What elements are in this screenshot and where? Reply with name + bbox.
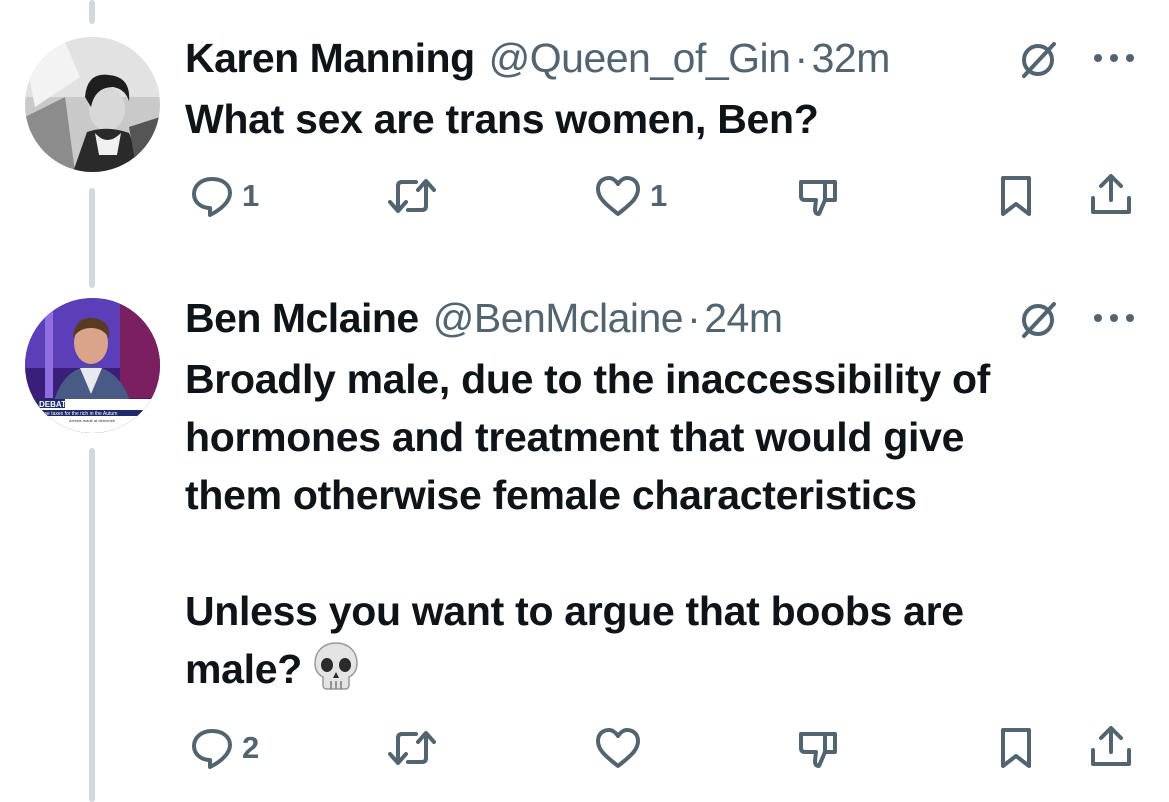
retweet-icon [388, 179, 436, 213]
like-button[interactable] [594, 726, 642, 770]
handle[interactable]: @Queen_of_Gin [489, 35, 791, 82]
share-icon [1091, 174, 1131, 214]
reply-count: 1 [242, 178, 260, 213]
retweet-icon [388, 731, 436, 765]
grok-icon[interactable] [1016, 38, 1060, 82]
grok-icon[interactable] [1016, 298, 1060, 342]
reply-count: 2 [242, 730, 260, 765]
dislike-icon [799, 732, 837, 768]
tweet-karen[interactable]: Karen Manning @Queen_of_Gin · 32m What s… [0, 0, 1169, 260]
avatar[interactable] [25, 37, 160, 172]
more-icon[interactable] [1090, 48, 1138, 68]
display-name[interactable]: Karen Manning [185, 35, 475, 82]
avatar[interactable]: DEBATE ease taxes for the rich in the Au… [25, 298, 160, 433]
tweet-text-container: Broadly male, due to the inaccessibility… [185, 350, 990, 698]
share-icon [1091, 726, 1131, 766]
like-icon [596, 176, 640, 216]
tweet-text: What sex are trans women, Ben? [185, 96, 819, 142]
skull-emoji-icon [314, 642, 358, 690]
bookmark-button[interactable] [998, 726, 1034, 770]
timestamp[interactable]: 24m [704, 295, 783, 342]
like-icon [596, 728, 640, 768]
dislike-button[interactable] [795, 728, 841, 772]
tweet-header: Ben Mclaine @BenMclaine · 24m [185, 294, 783, 342]
reply-button[interactable]: 2 [190, 726, 259, 770]
avatar-caption-line2: Arrests made at demonstr [69, 418, 116, 423]
bookmark-icon [1001, 728, 1031, 768]
tweet-header: Karen Manning @Queen_of_Gin · 32m [185, 34, 890, 82]
tweet-ben[interactable]: DEBATE ease taxes for the rich in the Au… [0, 260, 1169, 802]
retweet-button[interactable] [386, 174, 438, 218]
like-button[interactable]: 1 [594, 174, 667, 218]
display-name[interactable]: Ben Mclaine [185, 295, 419, 342]
tweet-text: Broadly male, due to the inaccessibility… [185, 356, 991, 692]
handle[interactable]: @BenMclaine [433, 295, 684, 342]
retweet-button[interactable] [386, 726, 438, 770]
avatar-caption-line1: ease taxes for the rich in the Autum [39, 411, 117, 417]
separator: · [687, 294, 701, 341]
timestamp[interactable]: 32m [812, 35, 891, 82]
bookmark-button[interactable] [998, 174, 1034, 218]
avatar-banner-text: DEBATE [39, 400, 72, 409]
reply-icon [192, 729, 232, 769]
dislike-button[interactable] [795, 176, 841, 220]
like-count: 1 [650, 178, 668, 213]
dislike-icon [799, 180, 837, 216]
share-button[interactable] [1088, 172, 1134, 218]
reply-icon [192, 177, 232, 217]
bookmark-icon [1001, 176, 1031, 216]
share-button[interactable] [1088, 724, 1134, 770]
more-icon[interactable] [1090, 308, 1138, 328]
reply-button[interactable]: 1 [190, 174, 259, 218]
separator: · [794, 34, 808, 81]
